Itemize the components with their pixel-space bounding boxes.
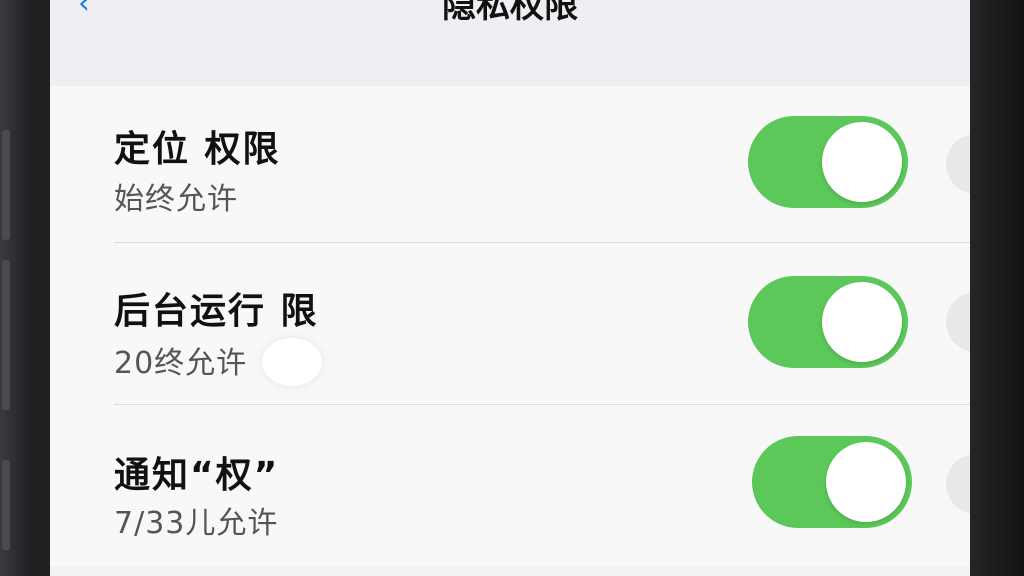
setting-title: 后台运行 限 (114, 291, 319, 332)
setting-title: 通知“权” (114, 455, 280, 496)
volume-button (2, 130, 10, 240)
setting-subtitle: 7/33儿允许 (114, 506, 279, 541)
setting-subtitle: 20终允许 (114, 346, 248, 381)
divider (114, 404, 970, 405)
side-button-lower (2, 460, 10, 550)
toggle-reflection (946, 292, 970, 352)
page-title: 隐私权限 (442, 0, 578, 26)
phone-frame: ‹ 隐私权限 定位 权限 始终允许 后台运行 限 20终允许 通知“权” 7/3… (0, 0, 1024, 576)
setting-subtitle: 始终允许 (114, 182, 238, 217)
toggle-reflection (946, 454, 970, 514)
settings-list: 定位 权限 始终允许 后台运行 限 20终允许 通知“权” 7/33儿允许 (50, 86, 970, 566)
nav-bar: ‹ 隐私权限 (50, 0, 970, 87)
notification-toggle[interactable] (752, 436, 912, 528)
setting-row-notifications: 通知“权” 7/33儿允许 (50, 406, 970, 566)
setting-title: 定位 权限 (114, 129, 281, 170)
toggle-reflection (946, 134, 970, 194)
background-toggle[interactable] (748, 276, 908, 368)
toggle-knob (822, 282, 902, 362)
location-toggle[interactable] (748, 116, 908, 208)
touch-highlight (262, 338, 322, 386)
toggle-knob (822, 122, 902, 202)
toggle-knob (826, 442, 906, 522)
setting-row-background: 后台运行 限 20终允许 (50, 244, 970, 404)
side-button (2, 260, 10, 410)
screen: ‹ 隐私权限 定位 权限 始终允许 后台运行 限 20终允许 通知“权” 7/3… (50, 0, 970, 576)
setting-row-location: 定位 权限 始终允许 (50, 86, 970, 246)
divider (114, 242, 970, 243)
